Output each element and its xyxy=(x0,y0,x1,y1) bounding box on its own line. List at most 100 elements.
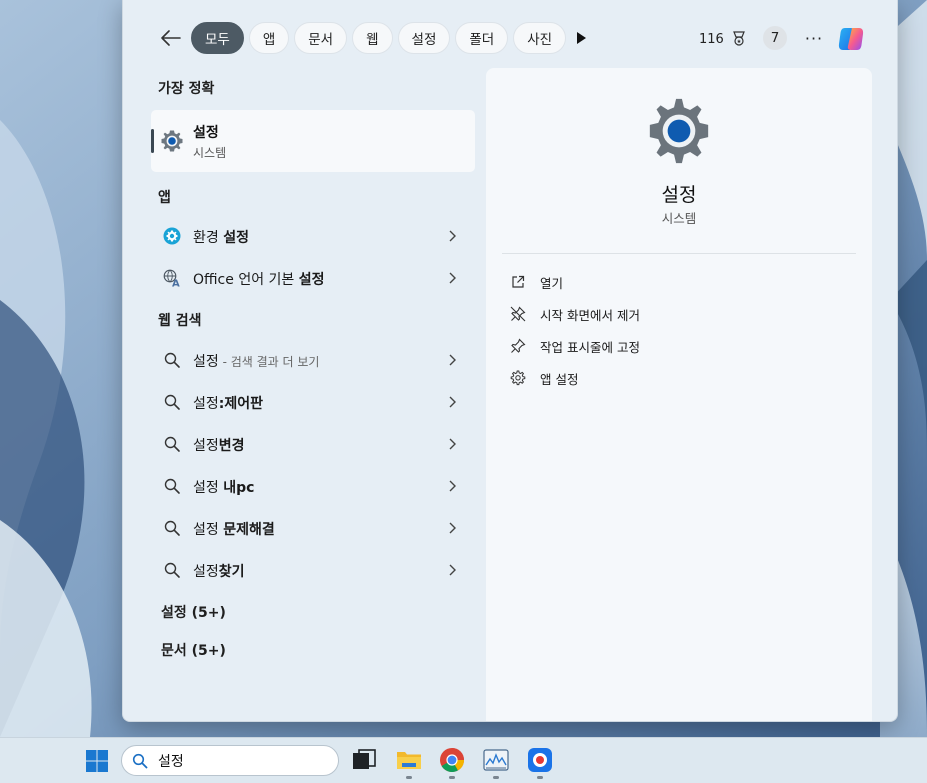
preview-divider xyxy=(502,253,856,254)
search-icon xyxy=(132,753,148,769)
open-external-icon xyxy=(512,275,525,288)
search-icon xyxy=(164,352,180,368)
chevron-right-icon xyxy=(449,396,456,408)
unpin-from-start-label: 시작 화면에서 제거 xyxy=(540,307,640,323)
screen-recorder-icon[interactable] xyxy=(527,747,553,773)
web-result-prefix: 설정 xyxy=(193,354,219,370)
documents-more-group[interactable]: 문서 (5+) xyxy=(161,640,226,660)
app-result-prefix: Office 언어 기본 xyxy=(193,272,299,288)
web-result-prefix: 설정 xyxy=(193,438,219,454)
office-language-icon: A xyxy=(163,269,180,288)
web-result-item[interactable]: 설정 내pc xyxy=(151,466,475,506)
running-indicator xyxy=(406,776,412,779)
copilot-icon[interactable] xyxy=(836,24,866,54)
windows-start-icon[interactable] xyxy=(85,749,109,773)
chevron-right-icon xyxy=(449,480,456,492)
pin-to-taskbar-label: 작업 표시줄에 고정 xyxy=(540,339,640,355)
settings-more-group[interactable]: 설정 (5+) xyxy=(161,602,226,622)
web-result-label: 설정 - 검색 결과 더 보기 xyxy=(193,351,319,371)
more-filters-play-icon[interactable] xyxy=(571,28,591,48)
chevron-right-icon xyxy=(449,564,456,576)
search-icon xyxy=(164,394,180,410)
app-result-match: 설정 xyxy=(298,272,325,288)
pin-to-taskbar-action[interactable]: 작업 표시줄에 고정 xyxy=(510,332,640,360)
settings-gear-icon xyxy=(161,130,183,152)
running-indicator xyxy=(493,776,499,779)
unpin-from-start-action[interactable]: 시작 화면에서 제거 xyxy=(510,300,640,328)
web-result-label: 설정변경 xyxy=(193,435,245,455)
chevron-right-icon xyxy=(449,354,456,366)
result-preview-pane: 설정 시스템 열기 시작 화면에서 제거 작업 표시줄에 고정 앱 설정 xyxy=(486,68,872,721)
filter-photos[interactable]: 사진 xyxy=(513,22,567,54)
chevron-right-icon xyxy=(449,522,456,534)
apps-heading: 앱 xyxy=(158,190,171,206)
best-match-item[interactable]: 설정 시스템 xyxy=(151,110,475,172)
taskbar-search-box[interactable] xyxy=(121,745,339,776)
rewards-medal-icon xyxy=(732,31,745,46)
chevron-right-icon xyxy=(449,272,456,284)
best-match-subtitle: 시스템 xyxy=(193,146,227,160)
web-result-label: 설정 문제해결 xyxy=(193,519,275,539)
web-result-match: 변경 xyxy=(218,438,245,454)
filter-documents[interactable]: 문서 xyxy=(294,22,348,54)
unpin-icon xyxy=(510,306,526,322)
web-result-label: 설정찾기 xyxy=(193,561,245,581)
taskbar xyxy=(0,737,927,783)
filter-apps[interactable]: 앱 xyxy=(248,22,290,54)
web-result-item[interactable]: 설정 문제해결 xyxy=(151,508,475,548)
running-indicator xyxy=(449,776,455,779)
search-icon xyxy=(164,562,180,578)
search-icon xyxy=(164,436,180,452)
running-indicator xyxy=(537,776,543,779)
best-match-heading: 가장 정확 xyxy=(158,81,215,97)
web-result-prefix: 설정 xyxy=(193,522,224,538)
notification-badge[interactable]: 7 xyxy=(763,26,787,50)
filter-folders[interactable]: 폴더 xyxy=(455,22,509,54)
web-result-match: :제어판 xyxy=(218,396,264,412)
web-result-label: 설정:제어판 xyxy=(193,393,263,413)
app-settings-label: 앱 설정 xyxy=(540,371,579,387)
web-result-match: 내pc xyxy=(223,480,255,496)
filter-settings[interactable]: 설정 xyxy=(397,22,451,54)
chrome-icon[interactable] xyxy=(439,747,465,773)
web-result-match: 문제해결 xyxy=(223,522,275,538)
app-settings-action[interactable]: 앱 설정 xyxy=(510,364,578,392)
search-filter-bar: 모두 앱 문서 웹 설정 폴더 사진 116 7 ··· xyxy=(123,0,897,70)
web-search-heading: 웹 검색 xyxy=(158,313,202,329)
web-result-prefix: 설정 xyxy=(193,396,219,412)
app-result-label: Office 언어 기본 설정 xyxy=(193,269,325,289)
web-result-prefix: 설정 xyxy=(193,480,224,496)
preview-title: 설정 xyxy=(661,184,697,206)
task-view-icon[interactable] xyxy=(351,747,377,773)
app-result-match: 설정 xyxy=(223,230,249,246)
open-action-label: 열기 xyxy=(540,275,564,291)
search-results-list: 가장 정확 설정 시스템 앱 환경 설정 A Office 언어 기본 설정 웹… xyxy=(123,70,485,721)
svg-text:A: A xyxy=(172,279,180,288)
web-result-item[interactable]: 설정:제어판 xyxy=(151,382,475,422)
rewards-points-value: 116 xyxy=(699,31,724,47)
web-result-item[interactable]: 설정 - 검색 결과 더 보기 xyxy=(151,340,475,380)
back-button[interactable] xyxy=(156,23,186,53)
filter-all[interactable]: 모두 xyxy=(191,22,244,54)
app-result-label: 환경 설정 xyxy=(193,227,249,247)
back-arrow-icon xyxy=(161,30,181,46)
app-result-item[interactable]: A Office 언어 기본 설정 xyxy=(151,258,475,298)
search-icon xyxy=(164,520,180,536)
performance-monitor-icon[interactable] xyxy=(483,747,509,773)
open-action[interactable]: 열기 xyxy=(510,268,563,296)
app-result-item[interactable]: 환경 설정 xyxy=(151,216,475,256)
gear-icon xyxy=(510,370,526,386)
web-result-item[interactable]: 설정찾기 xyxy=(151,550,475,590)
filter-pills: 모두 앱 문서 웹 설정 폴더 사진 xyxy=(191,22,567,54)
more-options-button[interactable]: ··· xyxy=(803,26,825,50)
filter-web[interactable]: 웹 xyxy=(352,22,393,54)
web-result-item[interactable]: 설정변경 xyxy=(151,424,475,464)
taskbar-search-input[interactable] xyxy=(158,750,328,771)
file-explorer-icon[interactable] xyxy=(396,747,422,773)
search-icon xyxy=(164,478,180,494)
preview-subtitle: 시스템 xyxy=(661,211,697,226)
web-result-sub: - 검색 결과 더 보기 xyxy=(218,355,320,369)
rewards-points[interactable]: 116 xyxy=(699,30,748,48)
control-panel-icon xyxy=(163,227,181,245)
web-result-prefix: 설정 xyxy=(193,564,219,580)
